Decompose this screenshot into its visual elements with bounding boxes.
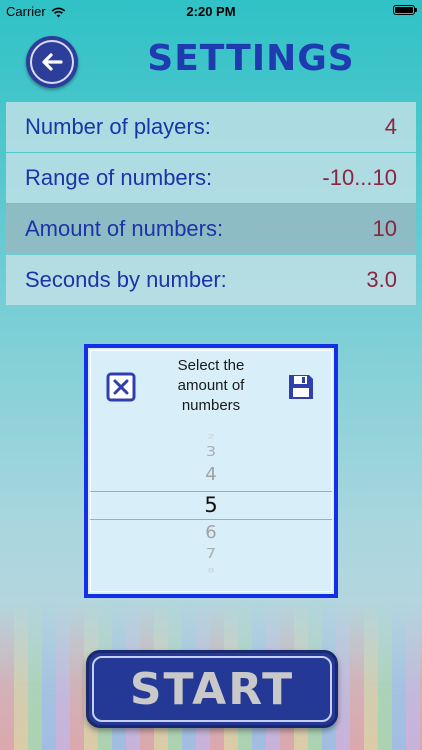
amount-picker-dialog: Select the amount of numbers 2 3 4 5 6 7… <box>84 344 338 598</box>
picker-title-line: numbers <box>181 397 241 414</box>
setting-label: Range of numbers: <box>25 165 213 190</box>
picker-title-line: amount of <box>177 377 245 394</box>
page-title: SETTINGS <box>147 38 355 79</box>
settings-list: Number of players: 4 Range of numbers: -… <box>6 102 416 306</box>
close-box-icon <box>106 372 136 402</box>
battery-icon <box>393 5 417 15</box>
start-button[interactable]: START <box>86 650 338 728</box>
selection-line-bottom <box>90 519 332 520</box>
picker-option[interactable]: 4 <box>90 464 332 485</box>
setting-label: Amount of numbers: <box>25 216 224 241</box>
setting-value: 4 <box>384 114 397 139</box>
cancel-button[interactable] <box>106 372 136 402</box>
picker-option[interactable]: 8 <box>90 567 332 574</box>
picker-option[interactable]: 2 <box>90 433 332 440</box>
setting-row-number-of-players[interactable]: Number of players: 4 <box>6 102 416 152</box>
setting-row-amount-of-numbers[interactable]: Amount of numbers: 10 <box>6 204 416 254</box>
picker-option[interactable]: 6 <box>90 522 332 543</box>
status-time: 2:20 PM <box>186 4 236 19</box>
picker-option[interactable]: 3 <box>90 443 332 459</box>
back-button[interactable] <box>26 36 78 88</box>
setting-row-range-of-numbers[interactable]: Range of numbers: -10...10 <box>6 153 416 203</box>
save-button[interactable] <box>286 372 316 402</box>
picker-option-selected[interactable]: 5 <box>90 493 332 517</box>
arrow-left-icon <box>42 53 63 71</box>
setting-row-seconds-by-number[interactable]: Seconds by number: 3.0 <box>6 255 416 305</box>
status-bar: Carrier 2:20 PM <box>0 0 422 22</box>
setting-value: 10 <box>372 216 397 241</box>
start-button-label: START <box>129 663 295 715</box>
picker-title-line: Select the <box>177 357 245 374</box>
setting-value: 3.0 <box>366 267 397 292</box>
picker-option[interactable]: 7 <box>90 545 332 561</box>
setting-label: Seconds by number: <box>25 267 227 292</box>
setting-label: Number of players: <box>25 114 211 139</box>
picker-title: Select the amount of numbers <box>144 356 278 416</box>
setting-value: -10...10 <box>322 165 397 190</box>
selection-line-top <box>90 491 332 492</box>
number-picker-wheel[interactable]: 2 3 4 5 6 7 8 <box>90 430 332 578</box>
floppy-disk-icon <box>289 375 313 399</box>
